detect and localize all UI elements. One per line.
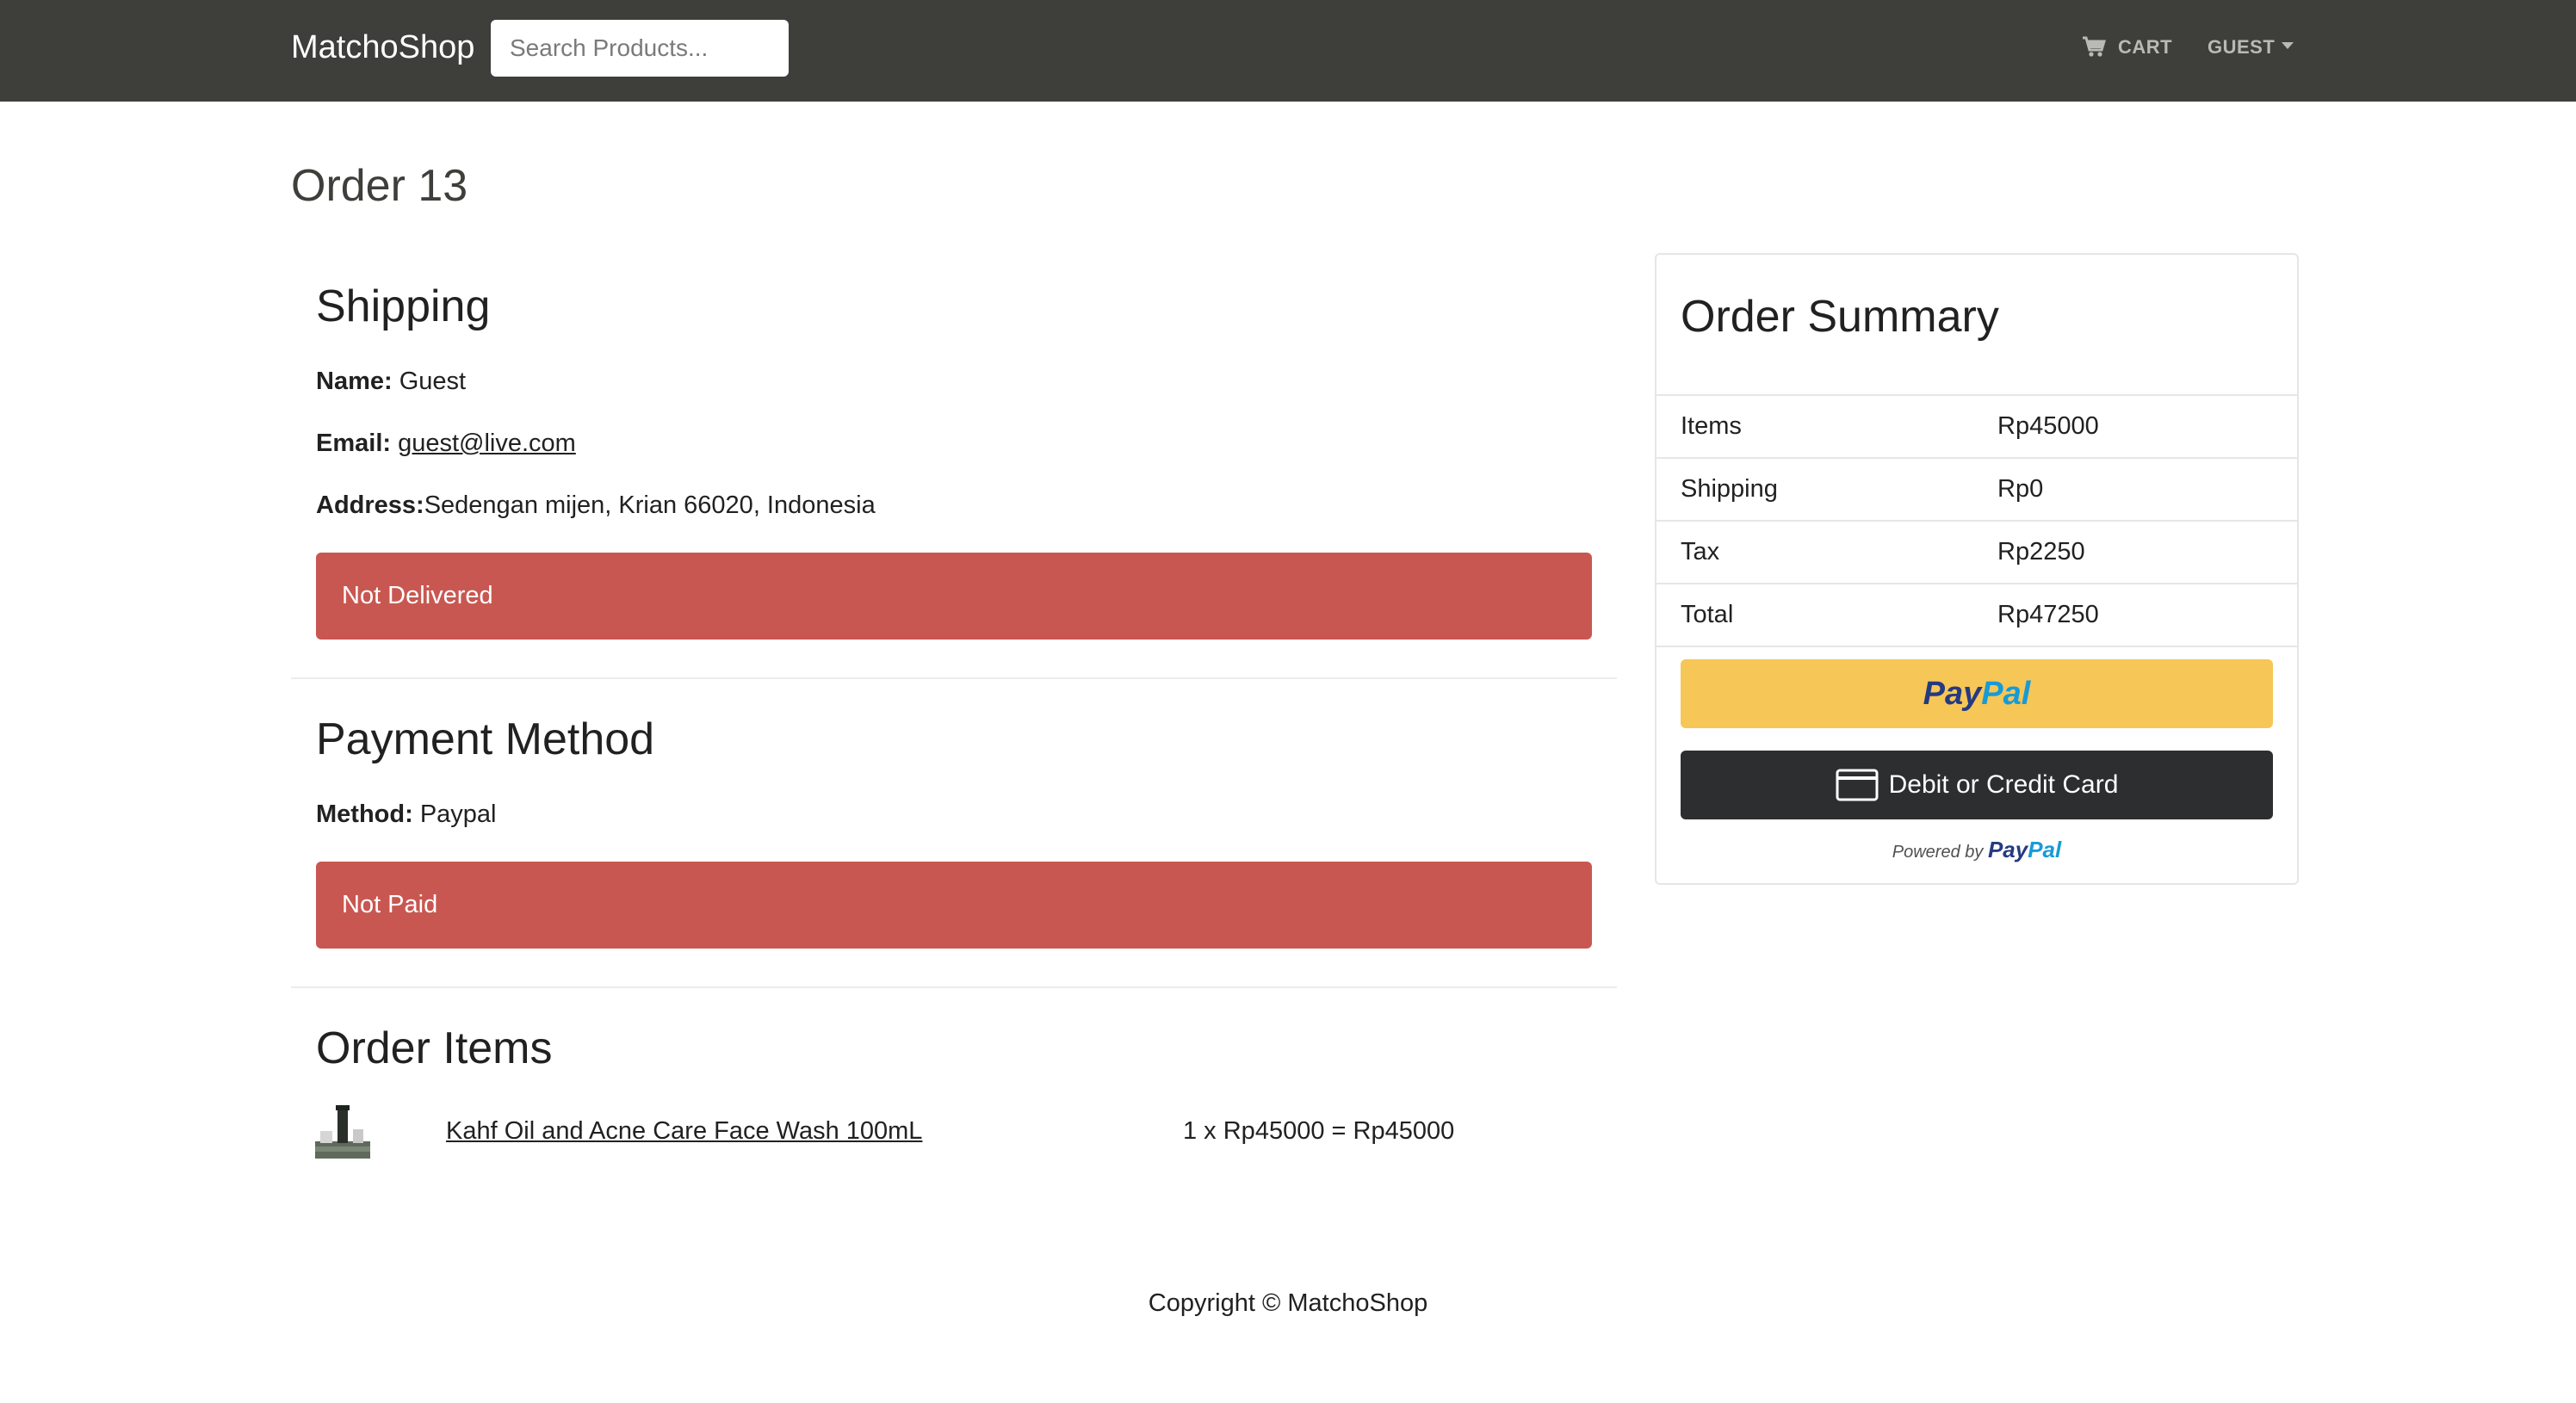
shipping-heading: Shipping <box>316 281 491 331</box>
method-label: Method: <box>316 800 413 828</box>
credit-card-icon <box>1836 769 1879 801</box>
debit-credit-card-button[interactable]: Debit or Credit Card <box>1681 751 2273 819</box>
order-items-section: Order Items Kahf Oil and Acne Care Face … <box>291 988 1617 1203</box>
email-label: Email: <box>316 430 392 457</box>
summary-row-shipping: Shipping Rp0 <box>1656 457 2297 520</box>
summary-label: Items <box>1681 412 1742 440</box>
payment-status-alert: Not Paid <box>316 862 1592 949</box>
summary-row-tax: Tax Rp2250 <box>1656 520 2297 583</box>
page-title: Order 13 <box>291 161 468 211</box>
order-summary-card: Order Summary Items Rp45000 Shipping Rp0… <box>1655 253 2299 885</box>
paypal-logo-part1: Pay <box>1923 675 1982 712</box>
shipping-name: Name: Guest <box>316 367 1592 396</box>
address-label: Address: <box>316 491 424 519</box>
summary-label: Shipping <box>1681 475 1778 503</box>
cart-link[interactable]: CART <box>2082 33 2172 62</box>
product-thumbnail[interactable] <box>315 1103 370 1159</box>
shopping-cart-icon <box>2083 36 2106 57</box>
summary-row-total: Total Rp47250 <box>1656 583 2297 646</box>
order-item-price: 1 x Rp45000 = Rp45000 <box>1183 1117 1455 1145</box>
shipping-section: Shipping Name: Guest Email: guest@live.c… <box>291 255 1617 665</box>
summary-value: Rp45000 <box>1997 412 2099 440</box>
payment-section: Payment Method Method: Paypal Not Paid <box>291 679 1617 974</box>
shipping-email: Email: guest@live.com <box>316 429 1592 458</box>
address-value: Sedengan mijen, Krian 66020, Indonesia <box>424 491 876 519</box>
search-input[interactable] <box>491 20 789 77</box>
navbar: MatchoShop CART GUEST <box>0 0 2576 102</box>
summary-value: Rp0 <box>1997 475 2044 503</box>
order-details: Shipping Name: Guest Email: guest@live.c… <box>291 255 1617 1203</box>
footer-copyright: Copyright © MatchoShop <box>1148 1289 1428 1317</box>
paypal-wordmark-part1: Pay <box>1987 837 2028 862</box>
summary-row-items: Items Rp45000 <box>1656 394 2297 457</box>
payment-method: Method: Paypal <box>316 800 1592 829</box>
email-link[interactable]: guest@live.com <box>398 430 576 457</box>
name-label: Name: <box>316 368 393 395</box>
paypal-button[interactable]: Pay Pal <box>1681 659 2273 728</box>
brand-logo[interactable]: MatchoShop <box>291 26 474 69</box>
paypal-logo-part2: Pal <box>1981 675 2031 712</box>
summary-value: Rp47250 <box>1997 601 2099 628</box>
powered-by-paypal: Powered by PayPal <box>1681 837 2273 863</box>
paypal-wordmark-part2: Pal <box>2028 837 2062 862</box>
order-summary-heading: Order Summary <box>1681 292 1999 342</box>
payment-heading: Payment Method <box>316 714 655 764</box>
caret-down-icon <box>2282 42 2294 49</box>
card-button-label: Debit or Credit Card <box>1888 770 2119 799</box>
paypal-wordmark: PayPal <box>1988 837 2061 862</box>
list-item: Kahf Oil and Acne Care Face Wash 100mL 1… <box>291 1091 1592 1177</box>
delivery-status-alert: Not Delivered <box>316 553 1592 640</box>
user-menu-label: GUEST <box>2208 36 2276 58</box>
cart-label: CART <box>2118 36 2173 58</box>
payment-buttons: Pay Pal Debit or Credit Card Powered by P… <box>1656 646 2297 863</box>
order-items-heading: Order Items <box>316 1023 553 1073</box>
summary-value: Rp2250 <box>1997 538 2085 566</box>
order-item-link[interactable]: Kahf Oil and Acne Care Face Wash 100mL <box>446 1117 922 1146</box>
name-value: Guest <box>399 368 467 395</box>
user-menu-dropdown[interactable]: GUEST <box>2208 33 2294 62</box>
shipping-address: Address:Sedengan mijen, Krian 66020, Ind… <box>316 491 1592 520</box>
summary-label: Total <box>1681 601 1734 628</box>
method-value: Paypal <box>419 800 497 828</box>
powered-by-text: Powered by <box>1892 843 1984 862</box>
summary-label: Tax <box>1681 538 1720 566</box>
